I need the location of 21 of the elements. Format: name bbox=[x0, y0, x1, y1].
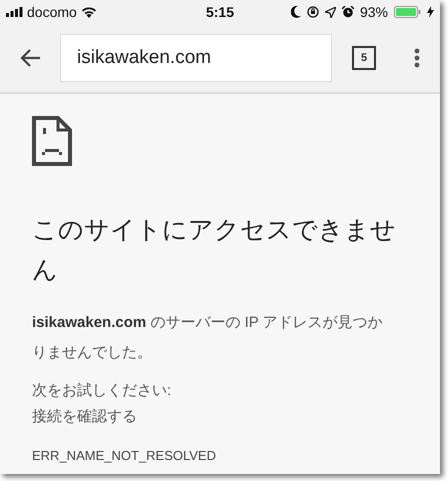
rotation-lock-icon bbox=[306, 6, 319, 18]
wifi-icon bbox=[80, 6, 97, 18]
moon-icon bbox=[290, 6, 301, 18]
suggestions-heading: 次をお試しください: bbox=[32, 381, 172, 401]
signal-icon bbox=[6, 7, 23, 17]
charging-bolt-icon bbox=[427, 6, 434, 18]
battery-percentage: 93% bbox=[360, 4, 388, 20]
error-title: このサイトにアクセスできません bbox=[32, 215, 397, 286]
menu-icon[interactable] bbox=[414, 48, 420, 68]
clock-time: 5:15 bbox=[206, 4, 234, 20]
suggestion-item: 接続を確認する bbox=[32, 407, 138, 427]
tab-count-button[interactable]: 5 bbox=[352, 46, 376, 70]
error-description: isikawaken.com のサーバーの IP アドレスが見つかりませんでした。 bbox=[32, 313, 384, 363]
alarm-icon bbox=[342, 6, 354, 18]
back-arrow-icon[interactable] bbox=[20, 49, 40, 67]
sad-document-icon bbox=[32, 116, 72, 166]
address-bar[interactable]: isikawaken.com bbox=[60, 34, 332, 82]
error-code: ERR_NAME_NOT_RESOLVED bbox=[32, 448, 217, 463]
carrier-name: docomo bbox=[27, 4, 77, 20]
location-arrow-icon bbox=[324, 6, 336, 18]
battery-icon bbox=[394, 6, 421, 18]
